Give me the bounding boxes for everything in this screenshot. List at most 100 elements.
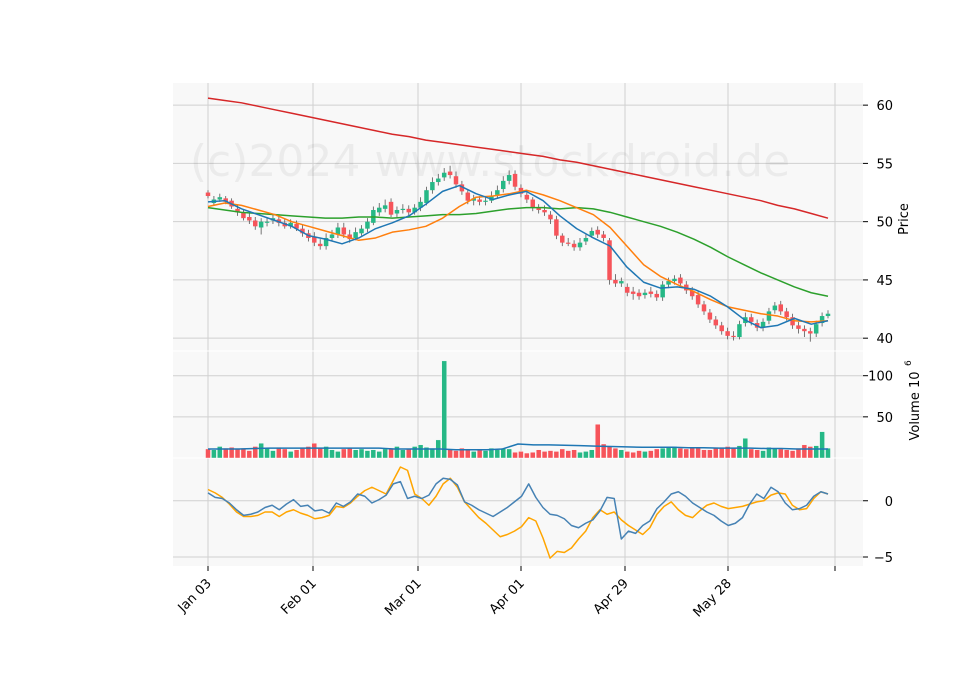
volume-bar	[754, 449, 760, 459]
y-tick-label: 40	[876, 332, 893, 347]
volume-bar	[571, 449, 577, 459]
volume-bar	[447, 449, 453, 459]
candle-body	[713, 319, 719, 326]
y-tick-label: 60	[876, 99, 893, 114]
volume-bar	[659, 447, 666, 459]
volume-bar	[683, 448, 689, 459]
candle-body	[748, 317, 754, 322]
volume-bar	[748, 448, 754, 459]
candle-body	[447, 171, 453, 176]
volume-axis-label-exp: 6	[904, 360, 914, 366]
candle-body	[500, 180, 506, 190]
candle-body	[388, 201, 394, 215]
volume-bar	[654, 448, 660, 459]
candle-body	[365, 221, 370, 229]
volume-bar	[671, 446, 678, 459]
volume-bar	[589, 449, 595, 459]
volume-bar	[730, 447, 737, 459]
volume-bar	[400, 449, 406, 459]
volume-bar	[293, 449, 300, 459]
candle-body	[453, 176, 459, 185]
candle-body	[341, 227, 347, 235]
candle-body	[796, 325, 801, 329]
volume-axis-label: Volume 10 6	[904, 360, 923, 441]
candle-body	[205, 192, 211, 197]
volume-bar	[535, 449, 542, 459]
candle-body	[825, 313, 831, 317]
candle-body	[465, 192, 471, 201]
candle-body	[589, 230, 595, 236]
candle-body	[512, 173, 518, 187]
volume-bar	[541, 451, 548, 459]
candle-body	[577, 242, 583, 248]
volume-bar	[347, 447, 353, 459]
candle-body	[477, 199, 482, 202]
volume-bar	[719, 447, 725, 459]
candle-body	[264, 221, 270, 223]
volume-bar	[819, 431, 825, 459]
volume-bar	[299, 447, 306, 459]
candle-body	[595, 229, 600, 235]
candle-body	[542, 210, 547, 213]
volume-bar	[612, 447, 619, 459]
volume-bar	[707, 449, 713, 459]
y-tick-label: 50	[876, 216, 893, 231]
volume-bar	[258, 442, 264, 459]
volume-bar	[813, 445, 819, 459]
volume-panel	[173, 351, 863, 458]
candle-body	[247, 217, 252, 221]
candle-body	[813, 324, 819, 334]
candle-body	[406, 208, 412, 213]
volume-bar	[270, 450, 276, 459]
volume-bar	[648, 450, 654, 459]
volume-bar	[211, 449, 217, 459]
volume-bar	[665, 447, 672, 459]
volume-bar	[364, 450, 371, 459]
volume-bar	[341, 448, 347, 459]
candle-body	[678, 277, 683, 284]
candle-body	[548, 214, 553, 220]
candle-body	[524, 194, 530, 200]
y-tick-label: 50	[876, 411, 893, 426]
volume-bar	[317, 447, 323, 459]
candle-body	[654, 293, 660, 298]
candle-body	[424, 190, 429, 204]
volume-bar	[518, 451, 524, 459]
candle-body	[441, 172, 447, 178]
candle-body	[731, 335, 736, 338]
candle-body	[642, 292, 648, 296]
candle-body	[725, 331, 730, 336]
oscillator-panel	[173, 458, 863, 566]
candle-body	[648, 291, 654, 294]
y-tick-label: −5	[874, 551, 893, 566]
volume-bar	[506, 448, 512, 459]
candle-body	[695, 295, 701, 305]
x-tick-label: Feb 01	[278, 576, 320, 618]
volume-bar	[595, 424, 601, 459]
volume-bar	[642, 451, 648, 459]
candle-body	[495, 190, 500, 195]
candle-body	[317, 243, 323, 247]
volume-bar	[234, 448, 241, 459]
volume-bar	[701, 449, 707, 459]
volume-bar	[783, 449, 790, 459]
volume-bar	[530, 452, 536, 459]
candle-body	[430, 182, 435, 191]
volume-bar	[689, 447, 695, 459]
x-tick-label: Apr 29	[591, 576, 632, 617]
candle-body	[258, 221, 264, 228]
candle-body	[707, 312, 713, 320]
volume-bar	[565, 450, 571, 459]
y-tick-label: 55	[876, 157, 893, 172]
volume-bar	[276, 447, 282, 459]
volume-bar	[695, 447, 701, 459]
x-tick-label: Apr 01	[487, 576, 528, 617]
volume-bar	[677, 447, 684, 459]
candle-body	[701, 304, 707, 312]
volume-bar	[482, 450, 489, 459]
volume-bar	[471, 451, 477, 459]
candle-body	[737, 324, 742, 338]
volume-bar	[713, 447, 719, 459]
volume-bar	[559, 448, 565, 459]
candle-body	[394, 210, 400, 214]
